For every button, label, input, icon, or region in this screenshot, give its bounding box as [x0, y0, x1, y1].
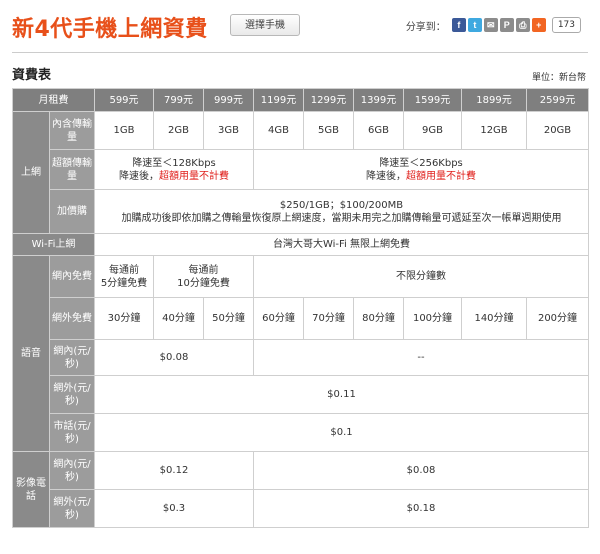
offnet-free-cell: 70分鐘 [303, 297, 354, 340]
header-divider [12, 52, 588, 53]
offnet-free-cell: 50分鐘 [203, 297, 254, 340]
data-cell: 4GB [253, 111, 304, 150]
onnet-rate-low: $0.08 [94, 339, 254, 376]
overage-low-cell: 降速至＜128Kbps 降速後，超額用量不計費 [94, 149, 254, 190]
data-cell: 6GB [353, 111, 404, 150]
offnet-free-cell: 140分鐘 [461, 297, 527, 340]
overage-high-note: 超額用量不計費 [406, 170, 476, 182]
rate-table: 月租費 599元 799元 999元 1199元 1299元 1399元 159… [12, 88, 589, 528]
overage-low-line1: 降速至＜128Kbps [132, 157, 216, 169]
onnet-rate-label: 網內(元/秒) [49, 339, 95, 376]
overage-high-line2: 降速後，超額用量不計費 [254, 170, 588, 183]
plan-header: 599元 [94, 88, 154, 112]
overage-high-prefix: 降速後， [366, 170, 406, 182]
plan-header: 999元 [203, 88, 254, 112]
onnet-free-b: 每通前 10分鐘免費 [153, 255, 254, 298]
wifi-value: 台灣大哥大Wi-Fi 無限上網免費 [94, 233, 589, 256]
page-title: 新4代手機上網資費 [12, 17, 208, 42]
data-cell: 12GB [461, 111, 527, 150]
data-cell: 1GB [94, 111, 154, 150]
offnet-rate-label: 網外(元/秒) [49, 375, 95, 414]
offnet-free-cell: 200分鐘 [526, 297, 589, 340]
share-label: 分享到： [405, 21, 446, 33]
table-row: Wi-Fi上網 台灣大哥大Wi-Fi 無限上網免費 [12, 233, 589, 256]
data-included-label: 內含傳輸量 [49, 111, 95, 150]
addon-label: 加價購 [49, 189, 95, 234]
plus-icon[interactable]: + [531, 18, 546, 32]
local-rate-label: 市話(元/秒) [49, 413, 95, 452]
onnet-free-b-line2: 10分鐘免費 [177, 277, 230, 289]
data-cell: 2GB [153, 111, 204, 150]
overage-low-prefix: 降速後， [119, 170, 159, 182]
onnet-free-a-line2: 5分鐘免費 [100, 277, 148, 289]
offnet-free-cell: 100分鐘 [403, 297, 462, 340]
twitter-icon[interactable]: t [467, 18, 482, 32]
section-title: 資費表 [12, 68, 52, 83]
share-count: 173 [551, 17, 581, 33]
data-category-label: 上網 [12, 111, 50, 234]
addon-price: $250/1GB；$100/200MB [279, 199, 404, 211]
plan-header: 799元 [153, 88, 204, 112]
table-row: 市話(元/秒) $0.1 [13, 413, 589, 452]
data-cell: 3GB [203, 111, 254, 150]
table-row: 網外(元/秒) $0.3 $0.18 [13, 489, 589, 528]
voice-category-label: 語音 [12, 255, 50, 452]
email-icon[interactable]: ✉ [483, 18, 498, 32]
plan-header: 1899元 [461, 88, 527, 112]
video-onnet-low: $0.12 [94, 451, 254, 490]
table-row: 語音 網內免費 每通前 5分鐘免費 每通前 10分鐘免費 不限分鐘數 [12, 255, 589, 452]
data-cell: 9GB [403, 111, 462, 150]
page-header: 新4代手機上網資費 選擇手機 分享到： f t ✉ P ⎙ + 173 [0, 0, 600, 52]
offnet-free-cell: 30分鐘 [94, 297, 154, 340]
video-offnet-label: 網外(元/秒) [49, 489, 95, 528]
plan-header: 1199元 [253, 88, 304, 112]
addon-note: 加購成功後即依加購之傳輸量恢復原上網速度，當期未用完之加購傳輸量可遞延至次一帳單… [121, 212, 562, 224]
overage-label: 超額傳輸量 [49, 149, 95, 190]
onnet-free-b-line1: 每通前 [188, 264, 219, 276]
plan-header: 1599元 [403, 88, 462, 112]
overage-high-line1: 降速至＜256Kbps [379, 157, 463, 169]
video-offnet-high: $0.18 [253, 489, 589, 528]
table-row: 月租費 599元 799元 999元 1199元 1299元 1399元 159… [12, 88, 589, 112]
data-cell: 20GB [526, 111, 589, 150]
table-row: 網外(元/秒) $0.11 [13, 375, 589, 414]
onnet-free-unlimited: 不限分鐘數 [253, 255, 589, 298]
table-row: 網內(元/秒) $0.08 -- [13, 339, 589, 376]
table-row: 上網 內含傳輸量 1GB 2GB 3GB 4GB 5GB 6GB 9GB 12G… [12, 111, 589, 234]
video-onnet-high: $0.08 [253, 451, 589, 490]
table-row: 影像電話 網內(元/秒) $0.12 $0.08 [12, 451, 589, 528]
plurk-icon[interactable]: P [499, 18, 514, 32]
table-row: 網外免費 30分鐘 40分鐘 50分鐘 60分鐘 70分鐘 80分鐘 100分鐘… [13, 297, 589, 340]
plan-header: 1299元 [303, 88, 354, 112]
overage-low-note: 超額用量不計費 [159, 170, 229, 182]
local-rate: $0.1 [94, 413, 589, 452]
data-cell: 5GB [303, 111, 354, 150]
offnet-free-cell: 40分鐘 [153, 297, 204, 340]
table-row: 加價購 $250/1GB；$100/200MB 加購成功後即依加購之傳輸量恢復原… [13, 189, 589, 234]
onnet-free-a: 每通前 5分鐘免費 [94, 255, 154, 298]
onnet-rate-high: -- [253, 339, 589, 376]
offnet-free-label: 網外免費 [49, 297, 95, 340]
offnet-free-cell: 60分鐘 [253, 297, 304, 340]
overage-low-line2: 降速後，超額用量不計費 [95, 170, 253, 183]
plan-header: 1399元 [353, 88, 404, 112]
offnet-free-cell: 80分鐘 [353, 297, 404, 340]
overage-high-cell: 降速至＜256Kbps 降速後，超額用量不計費 [253, 149, 589, 190]
monthly-fee-header: 月租費 [12, 88, 95, 112]
unit-label: 單位：新台幣 [531, 73, 586, 83]
plan-header: 2599元 [526, 88, 589, 112]
choose-phone-button[interactable]: 選擇手機 [230, 14, 300, 36]
onnet-free-a-line1: 每通前 [109, 264, 139, 276]
video-category-label: 影像電話 [12, 451, 50, 528]
onnet-free-label: 網內免費 [49, 255, 95, 298]
share-bar: 分享到： f t ✉ P ⎙ + 173 [406, 15, 581, 35]
video-offnet-low: $0.3 [94, 489, 254, 528]
facebook-icon[interactable]: f [451, 18, 466, 32]
video-onnet-label: 網內(元/秒) [49, 451, 95, 490]
table-row: 超額傳輸量 降速至＜128Kbps 降速後，超額用量不計費 降速至＜256Kbp… [13, 149, 589, 190]
wifi-label: Wi-Fi上網 [12, 233, 95, 256]
print-icon[interactable]: ⎙ [515, 18, 530, 32]
offnet-rate: $0.11 [94, 375, 589, 414]
addon-cell: $250/1GB；$100/200MB 加購成功後即依加購之傳輸量恢復原上網速度… [94, 189, 589, 234]
